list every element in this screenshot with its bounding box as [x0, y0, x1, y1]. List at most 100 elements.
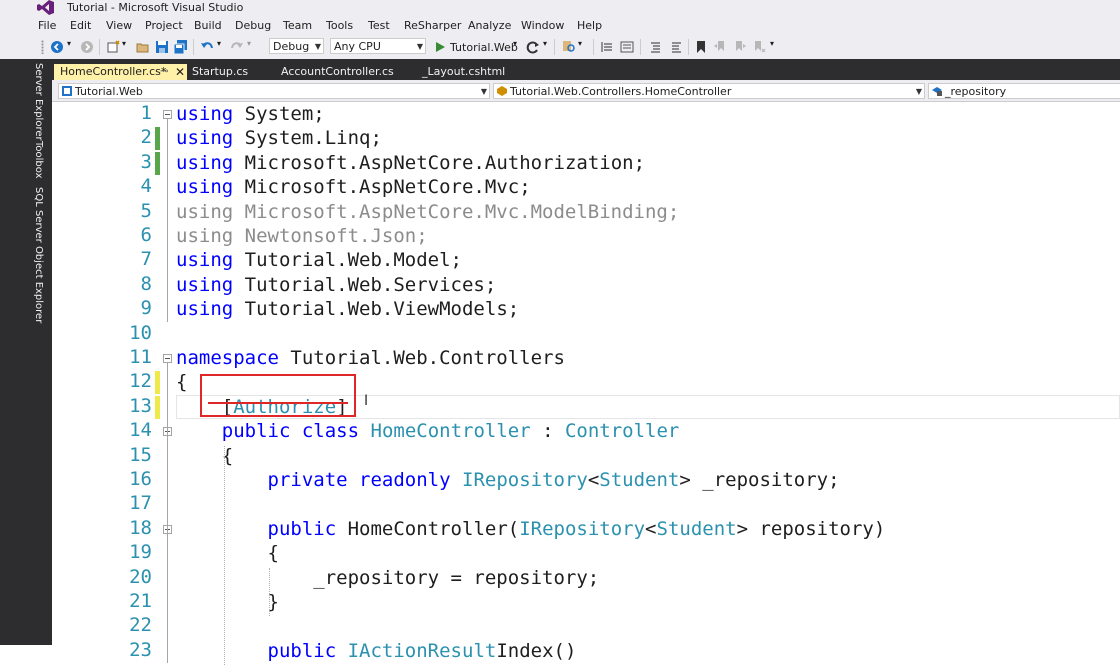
solution-explorer-icon[interactable] [620, 40, 634, 54]
pin-icon[interactable]: ⊸ [160, 64, 168, 80]
menu-view[interactable]: View [106, 19, 132, 32]
code-line[interactable]: using Microsoft.AspNetCore.Mvc; [176, 176, 531, 198]
open-file-icon[interactable] [136, 40, 150, 54]
menu-project[interactable]: Project [145, 19, 183, 32]
clear-bookmarks-icon[interactable] [752, 40, 766, 54]
menu-team[interactable]: Team [283, 19, 312, 32]
code-line[interactable]: using System; [176, 103, 325, 125]
unsaved-change-marker [155, 396, 160, 419]
code-token: using Microsoft.AspNetCore.Mvc.ModelBind… [176, 201, 680, 223]
code-token: IRepository [462, 469, 588, 491]
uncomment-lines-icon[interactable] [670, 40, 684, 54]
undo-dropdown-icon[interactable]: ▾ [217, 39, 221, 48]
comment-lines-icon[interactable] [648, 40, 662, 54]
code-line[interactable]: using Tutorial.Web.Services; [176, 274, 496, 296]
start-target-label[interactable]: Tutorial.Web [450, 41, 518, 54]
navigate-icon[interactable] [600, 40, 614, 54]
tab-account-controller[interactable]: AccountController.cs [281, 64, 411, 80]
line-number: 2 [140, 126, 152, 148]
forward-icon[interactable] [80, 40, 94, 54]
code-token: Microsoft.AspNetCore.Mvc; [244, 176, 531, 198]
project-dropdown[interactable]: Tutorial.Web ▼ [58, 83, 490, 99]
code-line[interactable]: { [176, 371, 187, 393]
menu-analyze[interactable]: Analyze [468, 19, 511, 32]
undo-icon[interactable] [200, 40, 214, 54]
collapse-region-icon[interactable] [163, 110, 172, 119]
refresh-dropdown-icon[interactable]: ▾ [543, 39, 547, 48]
menu-window[interactable]: Window [521, 19, 564, 32]
menu-file[interactable]: File [38, 19, 56, 32]
back-icon[interactable] [50, 40, 64, 54]
line-number: 20 [129, 566, 152, 588]
toolbar-overflow-icon[interactable]: ▾ [770, 39, 774, 48]
menu-edit[interactable]: Edit [70, 19, 91, 32]
tab-layout[interactable]: _Layout.cshtml [422, 64, 532, 80]
redo-dropdown-icon[interactable]: ▾ [247, 39, 251, 48]
menu-help[interactable]: Help [577, 19, 602, 32]
save-all-icon[interactable] [174, 40, 188, 54]
start-dropdown-icon[interactable]: ▾ [513, 39, 517, 48]
find-in-files-icon[interactable] [562, 40, 576, 54]
previous-bookmark-icon[interactable] [713, 40, 727, 54]
code-line[interactable]: namespace Tutorial.Web.Controllers [176, 347, 565, 369]
menu-tools[interactable]: Tools [326, 19, 353, 32]
new-project-icon[interactable] [106, 40, 120, 54]
close-icon[interactable]: ✕ [175, 64, 185, 80]
code-token: using [176, 127, 234, 149]
code-line[interactable]: _repository = repository; [176, 567, 599, 589]
toolbar-grip[interactable] [41, 40, 44, 54]
code-line[interactable]: using Tutorial.Web.ViewModels; [176, 298, 519, 320]
code-line[interactable]: public IActionResultIndex() [176, 640, 577, 662]
back-dropdown-icon[interactable]: ▾ [67, 39, 71, 48]
code-line[interactable]: using Microsoft.AspNetCore.Mvc.ModelBind… [176, 201, 679, 223]
find-dropdown-icon[interactable]: ▾ [578, 39, 582, 48]
start-debugging-icon[interactable] [434, 41, 446, 53]
menu-resharper[interactable]: ReSharper [404, 19, 461, 32]
new-dropdown-icon[interactable]: ▾ [122, 39, 126, 48]
sql-server-object-explorer-tab[interactable]: SQL Server Object Explorer [33, 187, 44, 323]
type-value: Tutorial.Web.Controllers.HomeController [510, 85, 732, 98]
saved-change-marker [155, 152, 160, 175]
code-editor[interactable]: 1 using System; 2 using System.Linq; 3 using … [52, 102, 1120, 665]
server-explorer-tab[interactable]: Server Explorer [33, 63, 44, 141]
code-line[interactable]: public HomeController(IRepository<Studen… [176, 518, 886, 540]
solution-configuration-select[interactable]: Debug ▼ [269, 38, 324, 54]
tab-home-controller[interactable]: HomeController.cs* ⊸ ✕ [54, 64, 187, 80]
toolbox-tab[interactable]: Toolbox [33, 141, 44, 179]
type-dropdown[interactable]: Tutorial.Web.Controllers.HomeController … [493, 83, 925, 99]
line-number: 8 [140, 273, 152, 295]
code-line[interactable]: using Tutorial.Web.Model; [176, 249, 462, 271]
tab-label: Startup.cs [192, 65, 249, 78]
code-token: private readonly [267, 469, 451, 491]
side-tool-tabs: Server Explorer Toolbox SQL Server Objec… [29, 59, 52, 645]
solution-platform-select[interactable]: Any CPU ▼ [330, 38, 426, 54]
navigation-bar: Tutorial.Web ▼ Tutorial.Web.Controllers.… [52, 80, 1120, 102]
member-dropdown[interactable]: _repository [928, 83, 1120, 99]
code-token: : [530, 420, 565, 442]
redo-icon[interactable] [230, 40, 244, 54]
code-line[interactable]: { [176, 542, 279, 564]
code-token: _repository = repository; [176, 567, 600, 589]
line-number: 13 [129, 395, 152, 417]
code-line[interactable]: public class HomeController : Controller [176, 420, 680, 442]
menu-test[interactable]: Test [368, 19, 390, 32]
bookmark-icon[interactable] [694, 40, 708, 54]
code-line[interactable]: private readonly IRepository<Student> _r… [176, 469, 840, 491]
code-line[interactable]: using Newtonsoft.Json; [176, 225, 428, 247]
menu-debug[interactable]: Debug [235, 19, 271, 32]
document-tab-strip: HomeController.cs* ⊸ ✕ Startup.cs Accoun… [52, 59, 1120, 80]
tab-startup[interactable]: Startup.cs [192, 64, 272, 80]
menu-build[interactable]: Build [194, 19, 222, 32]
code-line[interactable]: } [176, 591, 279, 613]
code-token: HomeController( [347, 518, 520, 540]
code-line[interactable]: using Microsoft.AspNetCore.Authorization… [176, 152, 645, 174]
save-icon[interactable] [155, 40, 169, 54]
refresh-icon[interactable] [526, 40, 540, 54]
class-icon [497, 86, 507, 96]
code-token: > repository) [736, 518, 886, 540]
code-token: Tutorial.Web.ViewModels; [244, 298, 520, 320]
code-line[interactable]: using System.Linq; [176, 127, 382, 149]
next-bookmark-icon[interactable] [733, 40, 747, 54]
collapse-region-icon[interactable] [163, 354, 172, 363]
